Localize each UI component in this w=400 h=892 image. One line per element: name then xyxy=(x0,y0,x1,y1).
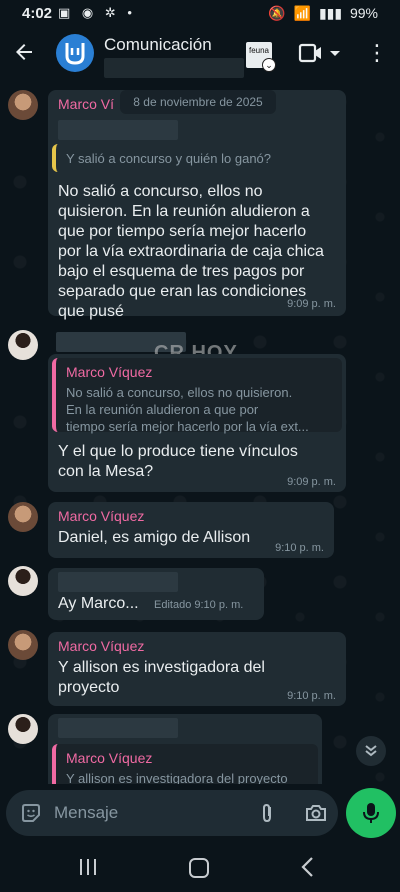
video-camera-icon xyxy=(298,43,340,63)
sender-name: Marco Ví xyxy=(58,96,115,112)
status-right: 🔕 📶 ▮▮▮ 99% xyxy=(264,5,378,22)
camera-icon[interactable] xyxy=(304,802,328,824)
status-time: 4:02 xyxy=(22,5,53,22)
message-bubble[interactable]: Marco Víquez Daniel, es amigo de Allison… xyxy=(48,502,334,558)
message-line: bajo el esquema de tres pagos por xyxy=(58,263,305,280)
profile-thumbnail: feuna ⌄ xyxy=(246,42,276,72)
scroll-down-button[interactable] xyxy=(356,736,386,766)
date-chip: 8 de noviembre de 2025 xyxy=(120,90,276,114)
redacted-phone xyxy=(58,120,178,140)
message-text: Y el que lo produce tiene vínculos con l… xyxy=(58,442,298,482)
message-line: que por tiempo sería mejor hacerlo xyxy=(58,223,307,240)
quoted-line: tiempo sería mejor hacerlo por la vía ex… xyxy=(66,419,309,434)
quoted-line: En la reunión aludieron a que por xyxy=(66,402,259,417)
home-icon[interactable] xyxy=(189,858,209,878)
chat-header: Comunicación feuna ⌄ ⋮ xyxy=(0,28,400,82)
redacted-participants xyxy=(104,58,244,78)
message-text: Daniel, es amigo de Allison xyxy=(58,529,251,546)
quoted-sender: Marco Víquez xyxy=(66,364,153,380)
quoted-message[interactable]: Marco Víquez Y allison es investigadora … xyxy=(52,744,318,784)
group-avatar[interactable] xyxy=(56,34,94,72)
avatar[interactable] xyxy=(8,330,38,360)
avatar[interactable] xyxy=(8,566,38,596)
microphone-button[interactable] xyxy=(346,788,396,838)
quoted-text: Y salió a concurso y quién lo ganó? xyxy=(66,151,272,166)
message-time: 9:09 p. m. xyxy=(287,298,336,310)
video-call-button[interactable] xyxy=(296,42,340,66)
message-line: proyecto xyxy=(58,679,120,696)
message-bubble[interactable]: Ay Marco... Editado 9:10 p. m. xyxy=(48,568,264,620)
status-bar: 4:02 ▣ ◉ ✲ • 🔕 📶 ▮▮▮ 99% xyxy=(0,0,400,28)
message-bubble[interactable]: Marco Víquez No salió a concurso, ellos … xyxy=(48,354,346,492)
chat-title[interactable]: Comunicación xyxy=(104,35,212,55)
more-options-icon[interactable]: ⋮ xyxy=(366,42,388,68)
back-arrow-icon[interactable] xyxy=(12,40,40,68)
nav-back-icon[interactable] xyxy=(300,856,314,884)
message-placeholder: Mensaje xyxy=(54,803,119,822)
message-time: 9:10 p. m. xyxy=(194,599,244,611)
quoted-text: No salió a concurso, ellos no quisieron.… xyxy=(66,384,309,435)
double-chevron-down-icon xyxy=(365,745,377,757)
message-line: Y allison es investigadora del xyxy=(58,659,265,676)
message-text: Y allison es investigadora del proyecto xyxy=(58,658,265,698)
composer-bar: Mensaje xyxy=(0,784,400,844)
chat-area[interactable]: Marco Ví Y salió a concurso y quién lo g… xyxy=(0,82,400,784)
sticker-icon[interactable] xyxy=(20,802,42,824)
wifi-icon: 📶 xyxy=(293,5,312,21)
paperclip-icon[interactable] xyxy=(256,802,278,824)
quoted-line: No salió a concurso, ellos no quisieron. xyxy=(66,385,293,400)
message-text: No salió a concurso, ellos no quisieron.… xyxy=(58,182,324,322)
system-nav-bar xyxy=(0,844,400,892)
message-line: No salió a concurso, ellos no xyxy=(58,183,263,200)
sender-name: Marco Víquez xyxy=(58,638,145,654)
signal-icon: ▮▮▮ xyxy=(318,5,343,21)
message-time: 9:09 p. m. xyxy=(287,476,336,488)
battery-level: 99% xyxy=(349,5,378,21)
message-time: 9:10 p. m. xyxy=(275,542,324,554)
redacted-sender xyxy=(58,718,178,738)
notification-icons: ▣ ◉ ✲ • xyxy=(58,5,136,20)
chevron-down-icon: ⌄ xyxy=(262,58,276,72)
sender-name: Marco Víquez xyxy=(58,508,145,524)
message-line: Y el que lo produce tiene vínculos xyxy=(58,443,298,460)
message-line: quisieron. En la reunión aludieron a xyxy=(58,203,310,220)
message-bubble[interactable]: Marco Víquez Y allison es investigadora … xyxy=(48,714,322,784)
edited-label: Editado xyxy=(154,599,192,611)
message-edited-time: Editado 9:10 p. m. xyxy=(154,599,243,611)
message-line: separado que eran las condiciones xyxy=(58,283,307,300)
redacted-sender xyxy=(58,572,178,592)
quoted-message[interactable]: Y salió a concurso y quién lo ganó? xyxy=(52,144,342,172)
message-text: Ay Marco... xyxy=(58,595,139,612)
message-line: que pusé xyxy=(58,303,124,320)
message-line: con la Mesa? xyxy=(58,463,154,480)
message-line: por la vía extraordinaria de caja chica xyxy=(58,243,324,260)
mute-icon: 🔕 xyxy=(268,5,286,21)
quoted-sender: Marco Víquez xyxy=(66,750,153,766)
avatar[interactable] xyxy=(8,630,38,660)
avatar[interactable] xyxy=(8,714,38,744)
recent-apps-icon[interactable] xyxy=(78,858,98,876)
avatar[interactable] xyxy=(8,502,38,532)
university-logo-icon xyxy=(65,43,85,65)
quoted-text: Y allison es investigadora del proyecto xyxy=(66,771,288,784)
quoted-message[interactable]: Marco Víquez No salió a concurso, ellos … xyxy=(52,358,342,435)
microphone-icon xyxy=(363,803,379,823)
message-bubble[interactable]: Marco Víquez Y allison es investigadora … xyxy=(48,632,346,706)
message-bubble[interactable]: Marco Ví Y salió a concurso y quién lo g… xyxy=(48,90,346,320)
message-input[interactable]: Mensaje xyxy=(6,790,338,836)
message-time: 9:10 p. m. xyxy=(287,690,336,702)
thumbnail-text: feuna xyxy=(248,46,270,55)
avatar[interactable] xyxy=(8,90,38,120)
